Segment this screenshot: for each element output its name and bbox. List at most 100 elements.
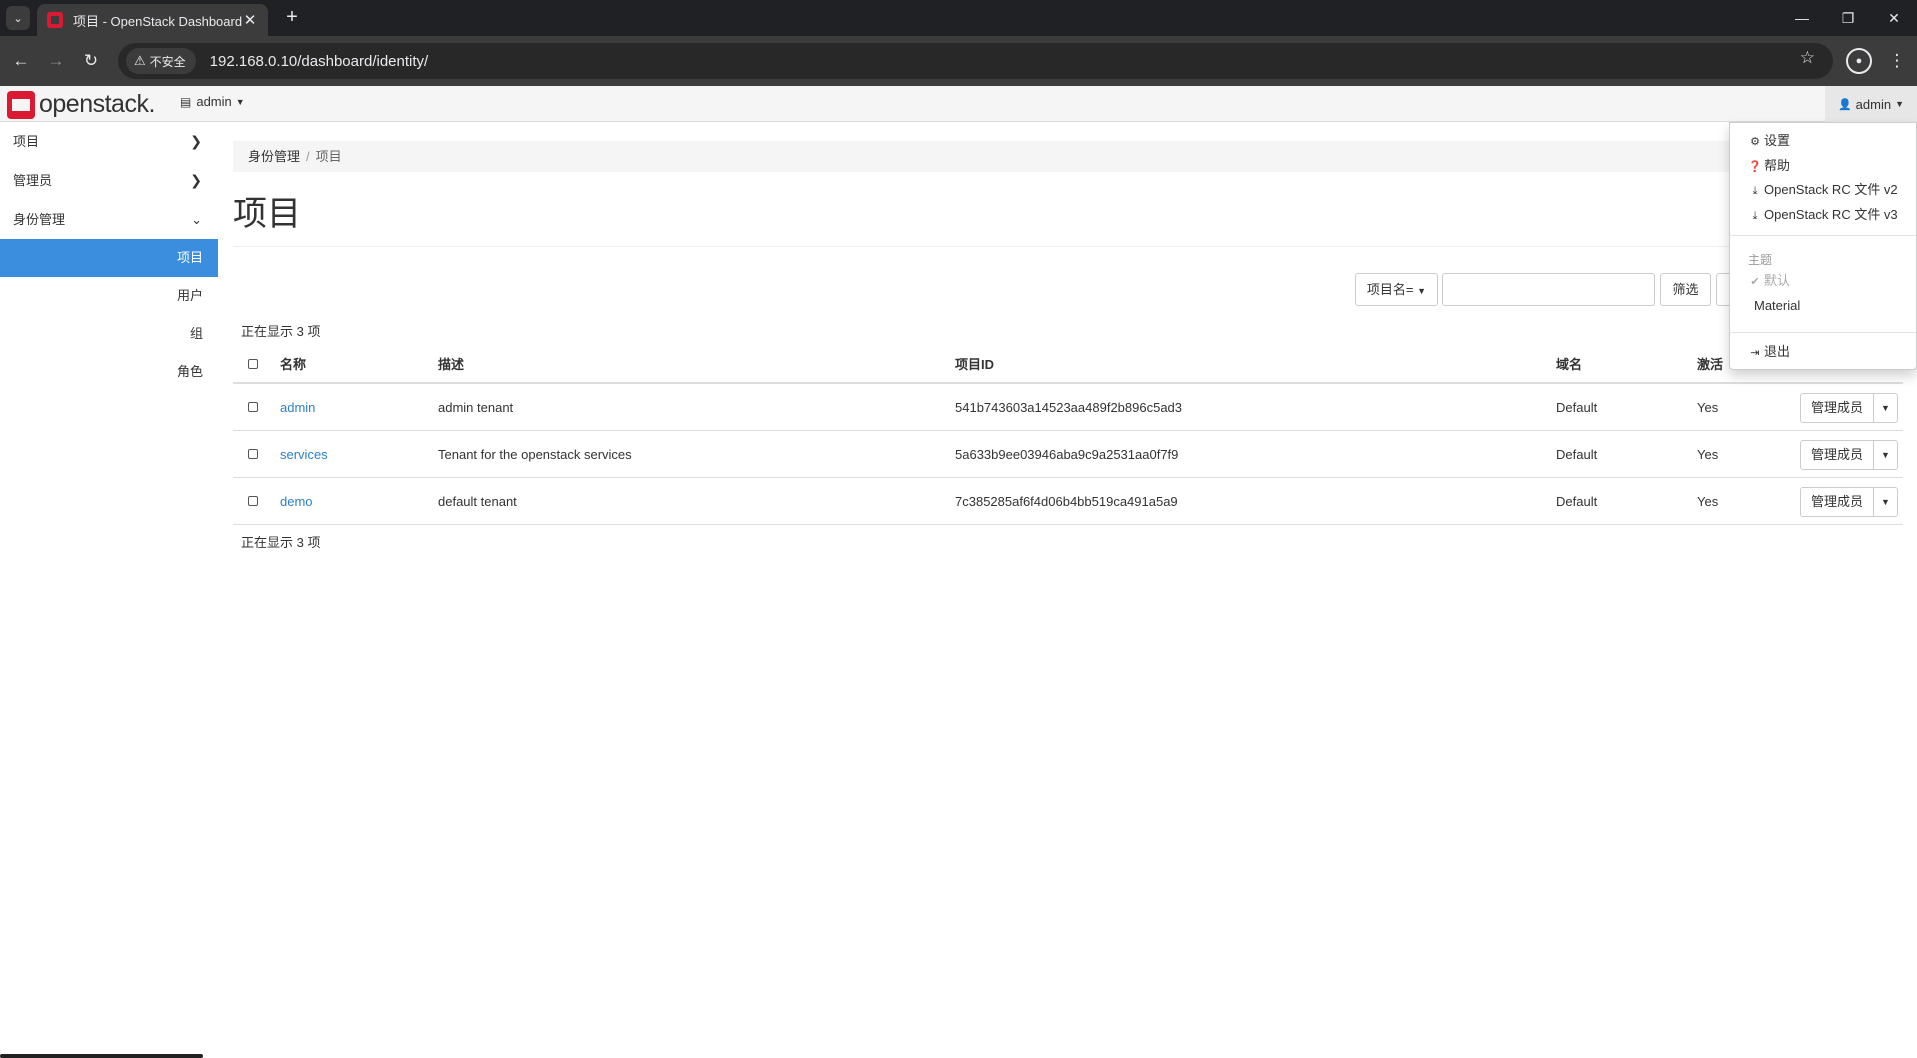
security-chip[interactable]: ⚠ 不安全 (126, 48, 196, 74)
browser-menu-icon[interactable]: ⋮ (1884, 48, 1910, 74)
check-icon: ✔ (1750, 276, 1760, 288)
gear-icon: ⚙ (1750, 136, 1760, 148)
chevron-down-icon: ⌄ (191, 212, 202, 227)
menu-item-settings[interactable]: ⚙ 设置 (1748, 129, 1790, 153)
title-divider (233, 246, 1903, 247)
menu-item-rc-v2[interactable]: ⤓ OpenStack RC 文件 v2 (1748, 178, 1898, 202)
breadcrumb-separator: / (306, 149, 310, 164)
project-name-link[interactable]: demo (280, 478, 313, 524)
tab-title: 项目 - OpenStack Dashboard (73, 13, 242, 29)
chevron-right-icon: ❯ (190, 133, 202, 149)
more-actions-caret-icon[interactable]: ▼ (1874, 393, 1899, 423)
tab-search-chevron-icon[interactable]: ⌄ (6, 6, 30, 30)
user-icon: 👤 (1837, 98, 1852, 111)
project-name-link[interactable]: admin (280, 384, 315, 430)
reload-icon[interactable]: ↻ (78, 48, 104, 74)
sidebar-item-roles[interactable]: 角色 (0, 353, 218, 391)
project-description: default tenant (438, 493, 517, 509)
project-domain: Default (1556, 493, 1598, 509)
openstack-logo[interactable]: openstack. (7, 90, 155, 119)
menu-item-help[interactable]: ❓ 帮助 (1748, 154, 1790, 178)
row-actions: 管理成员 ▼ (1800, 393, 1899, 423)
user-menu-label: admin (1855, 96, 1892, 112)
sidebar-group-identity[interactable]: 身份管理 ⌄ (0, 200, 218, 239)
project-switcher[interactable]: ▤ admin ▼ (180, 94, 245, 109)
more-actions-caret-icon[interactable]: ▼ (1874, 440, 1899, 470)
browser-tab-bar: ⌄ 项目 - OpenStack Dashboard ✕ + — ❐ ✕ (0, 0, 1917, 36)
menu-item-rc-v3[interactable]: ⤓ OpenStack RC 文件 v3 (1748, 203, 1898, 227)
projects-table: 名称 描述 项目ID 域名 激活 admin admin tenant 541b… (233, 345, 1903, 525)
sidebar-group-project[interactable]: 项目 ❯ (0, 122, 218, 161)
menu-item-theme-material[interactable]: Material (1754, 294, 1800, 318)
table-header-row: 名称 描述 项目ID 域名 激活 (233, 345, 1903, 384)
column-header-name[interactable]: 名称 (280, 345, 306, 382)
download-icon: ⤓ (1752, 185, 1758, 197)
breadcrumb-parent[interactable]: 身份管理 (248, 149, 300, 164)
download-icon: ⤓ (1752, 210, 1758, 222)
project-name-link[interactable]: services (280, 431, 328, 477)
logo-text: openstack. (39, 90, 155, 118)
filter-input[interactable] (1442, 273, 1655, 306)
menu-header-theme: 主题 (1748, 253, 1773, 267)
project-domain: Default (1556, 399, 1598, 415)
sidebar-group-label: 身份管理 (13, 212, 66, 227)
row-checkbox[interactable] (248, 402, 258, 412)
caret-down-icon: ▼ (1417, 286, 1427, 296)
select-all-checkbox[interactable] (248, 358, 258, 369)
breadcrumb: 身份管理 / 项目 (233, 141, 1903, 172)
row-checkbox[interactable] (248, 496, 258, 506)
menu-item-label: 默认 (1764, 273, 1791, 288)
minimize-icon[interactable]: — (1779, 0, 1825, 36)
sidebar-item-projects[interactable]: 项目 (0, 239, 218, 277)
back-icon[interactable]: ← (8, 48, 34, 74)
filter-field-select[interactable]: 项目名= ▼ (1355, 273, 1438, 306)
column-header-domain[interactable]: 域名 (1556, 345, 1582, 382)
tab-close-icon[interactable]: ✕ (242, 11, 258, 29)
caret-down-icon: ▼ (235, 96, 245, 107)
warning-icon: ⚠ (134, 53, 146, 68)
openstack-logo-icon (7, 90, 35, 119)
url-text[interactable]: 192.168.0.10/dashboard/identity/ (210, 53, 429, 70)
sidebar-item-users[interactable]: 用户 (0, 277, 218, 315)
scroll-indicator (0, 1054, 203, 1058)
column-header-enabled[interactable]: 激活 (1697, 345, 1723, 382)
restore-icon[interactable]: ❐ (1825, 0, 1871, 36)
menu-item-label: 帮助 (1764, 158, 1791, 173)
project-switcher-label: admin (196, 94, 232, 109)
menu-item-label: 设置 (1764, 133, 1791, 148)
project-id: 7c385285af6f4d06b4bb519ca491a5a9 (955, 493, 1178, 509)
profile-icon[interactable]: ● (1846, 48, 1872, 74)
column-header-project-id[interactable]: 项目ID (955, 345, 994, 382)
manage-members-button[interactable]: 管理成员 (1800, 393, 1875, 423)
breadcrumb-current: 项目 (315, 149, 342, 164)
openstack-favicon-icon (47, 12, 63, 28)
menu-item-label: OpenStack RC 文件 v2 (1764, 182, 1898, 197)
sidebar-group-admin[interactable]: 管理员 ❯ (0, 161, 218, 200)
address-bar[interactable]: ⚠ 不安全 192.168.0.10/dashboard/identity/ ☆ (118, 43, 1833, 79)
sidebar-group-label: 项目 (13, 134, 40, 149)
close-window-icon[interactable]: ✕ (1871, 0, 1917, 36)
user-menu-toggle[interactable]: 👤 admin ▼ (1825, 86, 1917, 122)
new-tab-icon[interactable]: + (280, 6, 304, 30)
more-actions-caret-icon[interactable]: ▼ (1874, 487, 1899, 517)
sidebar-item-groups[interactable]: 组 (0, 315, 218, 353)
row-actions: 管理成员 ▼ (1800, 487, 1899, 517)
forward-icon[interactable]: → (43, 48, 69, 74)
browser-tab[interactable]: 项目 - OpenStack Dashboard ✕ (37, 4, 268, 36)
project-description: Tenant for the openstack services (438, 446, 632, 462)
project-enabled: Yes (1697, 493, 1719, 509)
bookmark-star-icon[interactable]: ☆ (1800, 48, 1815, 68)
table-row: demo default tenant 7c385285af6f4d06b4bb… (233, 478, 1903, 525)
project-enabled: Yes (1697, 446, 1719, 462)
table-row: admin admin tenant 541b743603a14523aa489… (233, 384, 1903, 431)
column-header-description[interactable]: 描述 (438, 345, 464, 382)
chevron-right-icon: ❯ (190, 172, 202, 188)
project-enabled: Yes (1697, 399, 1719, 415)
manage-members-button[interactable]: 管理成员 (1800, 440, 1875, 470)
row-checkbox[interactable] (248, 449, 258, 459)
filter-field-label: 项目名= (1366, 282, 1414, 297)
menu-item-logout[interactable]: ⇥ 退出 (1748, 340, 1790, 364)
manage-members-button[interactable]: 管理成员 (1800, 487, 1875, 517)
filter-button[interactable]: 筛选 (1660, 273, 1711, 306)
project-icon: ▤ (180, 94, 192, 109)
